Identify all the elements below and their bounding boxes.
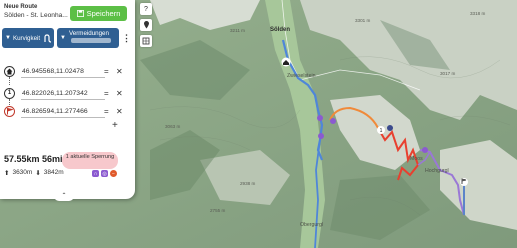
home-icon [4, 65, 15, 77]
end-marker[interactable] [460, 178, 468, 186]
ascent-icon: ⬆ [4, 170, 10, 177]
map-peak-label: 3017 m [440, 71, 455, 76]
descent-icon: ⬇ [35, 170, 41, 177]
satellite-icon [142, 37, 150, 45]
route-distance: 57.55km [4, 154, 40, 164]
save-label: Speichern [86, 9, 121, 18]
road-closure-badge[interactable]: 1 aktuelle Sperrung [62, 152, 118, 169]
save-icon [76, 10, 84, 17]
curvy-road-icon [44, 33, 52, 43]
avoidances-summary [71, 38, 111, 43]
route-feature-icons: ∩ ◎ − [92, 170, 117, 177]
map-peak-label: 3318 m [470, 11, 485, 16]
map-peak-label: 2938 m [240, 181, 255, 186]
waypoint-number-icon: 1 [4, 87, 15, 99]
map-town-label: Sölden [270, 27, 290, 33]
chevron-up-icon: ⌃ [61, 193, 67, 199]
map-peak-label: 2755 m [210, 208, 225, 213]
collapse-panel-button[interactable]: ⌃ [54, 192, 74, 201]
distance-duration: 57.55km 56min [4, 154, 68, 164]
toll-icon: ◎ [101, 170, 108, 177]
waypoint-row[interactable]: 46.826594,11.277466 = ✕ [4, 103, 130, 119]
avoidances-label: Vermeidungen [69, 30, 109, 37]
drag-handle-icon[interactable]: = [104, 89, 109, 98]
waypoint-coords[interactable]: 46.826594,11.277466 [22, 108, 88, 115]
input-underline [21, 117, 105, 118]
drag-handle-icon[interactable]: = [104, 107, 109, 116]
map-town-label: Moos [410, 156, 423, 162]
help-button[interactable]: ? [140, 3, 152, 15]
map-town-label: Obergurgl [300, 222, 323, 228]
map-peak-label: 3211 m [230, 28, 245, 33]
route-toolbar: ▼ Kurvigkeit ▼ Vermeidungen ⋮ [2, 28, 133, 48]
input-underline [21, 99, 105, 100]
route-descent: 3842m [43, 169, 64, 176]
waypoint-row[interactable]: 46.945568,11.02478 = ✕ [4, 63, 130, 79]
pass-icon: ∩ [92, 170, 99, 177]
chevron-down-icon: ▼ [5, 35, 11, 41]
avoidances-button[interactable]: ▼ Vermeidungen [57, 28, 119, 48]
waypoint-marker-1[interactable]: 1 [377, 126, 385, 134]
remove-waypoint-icon[interactable]: ✕ [116, 89, 123, 98]
route-panel: Neue Route Sölden - St. Leonha... Speich… [0, 0, 135, 201]
input-underline [21, 77, 105, 78]
map-town-label: Hochgurgl [425, 168, 449, 174]
curviness-label: Kurvigkeit [12, 34, 41, 42]
map-town-label: Zwieselstein [287, 73, 316, 79]
warning-icon: − [110, 170, 117, 177]
svg-text:1: 1 [380, 128, 383, 134]
finish-flag-icon [4, 105, 15, 117]
add-waypoint-button[interactable]: + [112, 120, 118, 131]
waypoint-coords[interactable]: 46.945568,11.02478 [22, 68, 84, 75]
remove-waypoint-icon[interactable]: ✕ [116, 107, 123, 116]
layers-button[interactable] [140, 35, 152, 47]
start-marker[interactable] [281, 57, 291, 67]
curviness-button[interactable]: ▼ Kurvigkeit [2, 28, 54, 48]
map-peak-label: 3063 m [165, 124, 180, 129]
pin-button[interactable] [140, 19, 152, 31]
pin-icon [143, 21, 149, 29]
route-ascent: 3630m [12, 169, 33, 176]
waypoint-coords[interactable]: 46.822026,11.207342 [22, 90, 88, 97]
elevation-summary: ⬆ 3630m ⬇ 3842m [4, 169, 64, 177]
remove-waypoint-icon[interactable]: ✕ [116, 67, 123, 76]
waypoint-row[interactable]: 1 46.822026,11.207342 = ✕ [4, 85, 130, 101]
map-peak-label: 3301 m [355, 18, 370, 23]
chevron-down-icon: ▼ [60, 35, 66, 41]
save-button[interactable]: Speichern [70, 6, 127, 21]
waypoint-connector [9, 77, 10, 85]
app-screen: 1 Sölden Zwieselstein Obergurgl Moos Hoc… [0, 0, 517, 248]
drag-handle-icon[interactable]: = [104, 67, 109, 76]
more-options-button[interactable]: ⋮ [121, 28, 132, 48]
